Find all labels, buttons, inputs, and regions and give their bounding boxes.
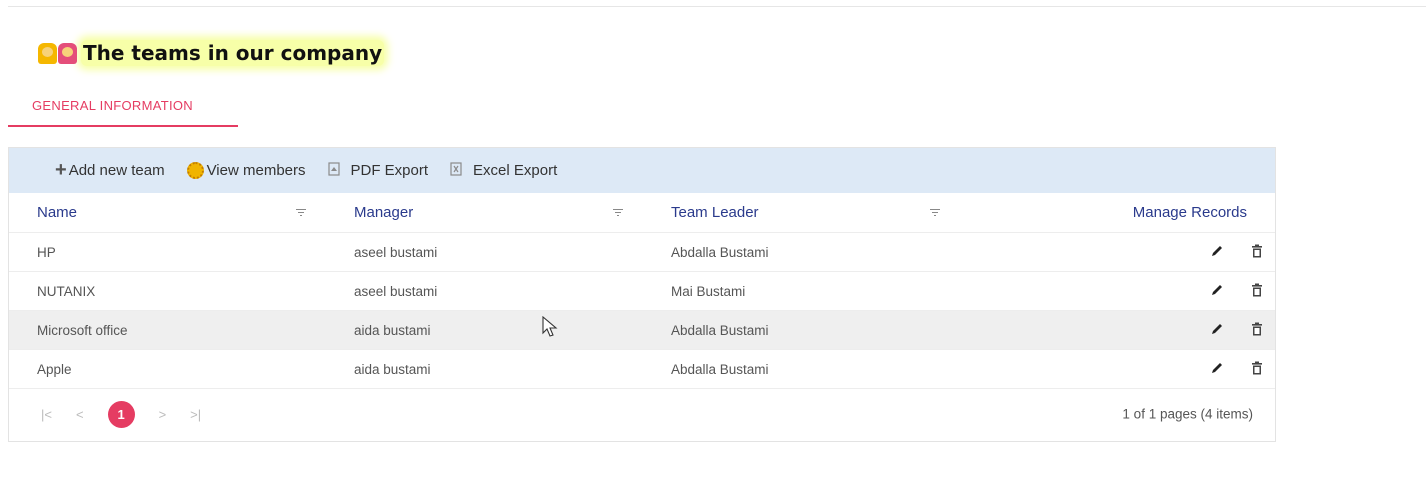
edit-pencil-icon[interactable]	[1210, 361, 1224, 378]
view-members-label: View members	[206, 162, 306, 179]
trash-icon[interactable]	[1251, 244, 1263, 261]
column-manager-label: Manager	[354, 204, 414, 221]
filter-icon[interactable]	[613, 208, 623, 217]
trash-icon[interactable]	[1251, 322, 1263, 339]
cell-team-leader: Mai Bustami	[671, 283, 746, 299]
prev-page-icon[interactable]: <	[76, 407, 84, 422]
cell-manager: aida bustami	[354, 322, 431, 338]
pdf-export-label: PDF Export	[350, 162, 429, 179]
column-header-team-leader[interactable]: Team Leader	[643, 204, 960, 221]
table-row[interactable]: HP aseel bustami Abdalla Bustami	[9, 233, 1275, 272]
column-name-label: Name	[37, 204, 78, 221]
page-header: The teams in our company	[38, 40, 385, 66]
edit-pencil-icon[interactable]	[1210, 283, 1224, 300]
first-page-icon[interactable]: |<	[41, 407, 52, 422]
filter-icon[interactable]	[296, 208, 306, 217]
trash-icon[interactable]	[1251, 283, 1263, 300]
page-title: The teams in our company	[81, 40, 385, 66]
edit-pencil-icon[interactable]	[1210, 322, 1224, 339]
cell-team-leader: Abdalla Bustami	[671, 322, 769, 338]
pager: |< < 1 > >| 1 of 1 pages (4 items)	[9, 389, 1275, 439]
tab-general-information[interactable]: GENERAL INFORMATION	[8, 94, 238, 127]
next-page-icon[interactable]: >	[159, 407, 167, 422]
grid-header-row: Name Manager Team Leader Manage Records	[9, 193, 1275, 233]
tab-label: GENERAL INFORMATION	[32, 98, 193, 113]
row-actions	[960, 361, 1275, 378]
add-new-team-button[interactable]: + Add new team	[55, 159, 165, 181]
row-actions	[960, 322, 1275, 339]
two-people-emoji-icon	[38, 42, 77, 64]
cell-manager: aida bustami	[354, 361, 431, 377]
filter-icon[interactable]	[930, 208, 940, 217]
teams-grid: + Add new team View members PDF Export E…	[8, 147, 1276, 442]
view-members-button[interactable]: View members	[186, 162, 306, 179]
cell-name: HP	[37, 244, 56, 260]
cell-name: Microsoft office	[37, 322, 128, 338]
plus-icon: +	[55, 159, 67, 181]
cell-team-leader: Abdalla Bustami	[671, 361, 769, 377]
trash-icon[interactable]	[1251, 361, 1263, 378]
column-header-name[interactable]: Name	[9, 204, 326, 221]
pdf-file-icon	[327, 162, 341, 179]
cell-name: NUTANIX	[37, 283, 96, 299]
edit-pencil-icon[interactable]	[1210, 244, 1224, 261]
excel-export-label: Excel Export	[473, 162, 558, 179]
excel-file-icon	[450, 162, 463, 179]
column-header-manage-records: Manage Records	[960, 204, 1275, 221]
table-row[interactable]: Microsoft office aida bustami Abdalla Bu…	[9, 311, 1275, 350]
table-row[interactable]: NUTANIX aseel bustami Mai Bustami	[9, 272, 1275, 311]
cell-team-leader: Abdalla Bustami	[671, 244, 769, 260]
pager-info: 1 of 1 pages (4 items)	[1122, 406, 1253, 422]
add-new-team-label: Add new team	[68, 162, 165, 179]
row-actions	[960, 283, 1275, 300]
excel-export-button[interactable]: Excel Export	[450, 162, 557, 179]
members-icon	[186, 162, 204, 179]
table-row[interactable]: Apple aida bustami Abdalla Bustami	[9, 350, 1275, 389]
cell-manager: aseel bustami	[354, 283, 438, 299]
cell-manager: aseel bustami	[354, 244, 438, 260]
pdf-export-button[interactable]: PDF Export	[327, 162, 429, 179]
cell-name: Apple	[37, 361, 72, 377]
last-page-icon[interactable]: >|	[190, 407, 201, 422]
column-header-manager[interactable]: Manager	[326, 204, 643, 221]
column-manage-label: Manage Records	[1132, 204, 1247, 221]
grid-toolbar: + Add new team View members PDF Export E…	[9, 148, 1275, 193]
current-page-button[interactable]: 1	[107, 400, 135, 428]
column-team-leader-label: Team Leader	[671, 204, 759, 221]
row-actions	[960, 244, 1275, 261]
